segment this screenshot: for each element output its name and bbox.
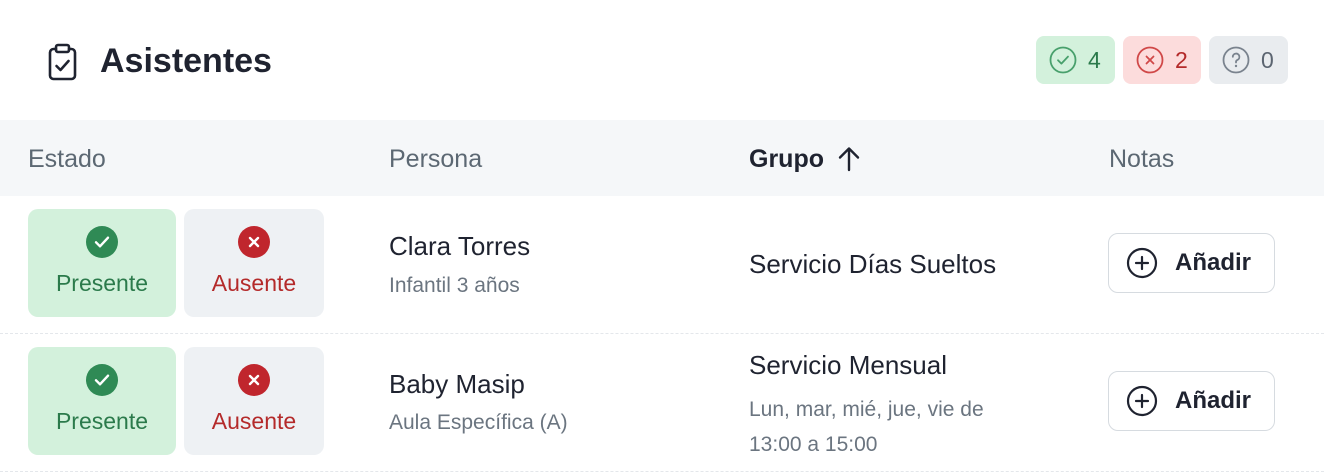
check-circle-icon [86, 226, 118, 258]
group-name: Servicio Mensual [749, 350, 947, 380]
x-circle-icon [238, 226, 270, 258]
group-schedule-days: Lun, mar, mié, jue, vie de [749, 398, 984, 421]
present-count-badge[interactable]: 4 [1036, 36, 1115, 84]
check-circle-icon [86, 364, 118, 396]
absent-count: 2 [1175, 46, 1188, 73]
add-note-label: Añadir [1175, 387, 1252, 414]
table-row: Presente Ausente Baby Masip Aula Específ… [0, 334, 1324, 472]
group-name: Servicio Días Sueltos [749, 249, 997, 279]
group-schedule: Lun, mar, mié, jue, vie de 13:00 a 15:00 [749, 392, 984, 462]
plus-circle-icon [1126, 385, 1158, 417]
add-note-button[interactable]: Añadir [1108, 233, 1275, 293]
person-name[interactable]: Clara Torres [389, 230, 530, 262]
person-name[interactable]: Baby Masip [389, 368, 525, 400]
column-header-estado[interactable]: Estado [28, 144, 106, 174]
clipboard-check-icon [44, 40, 84, 82]
plus-circle-icon [1126, 247, 1158, 279]
x-circle-icon [1136, 46, 1164, 74]
absent-button-label: Ausente [211, 270, 297, 296]
check-circle-icon [1049, 46, 1077, 74]
absent-button[interactable]: Ausente [184, 209, 324, 317]
present-count: 4 [1088, 46, 1101, 73]
unknown-count-badge[interactable]: 0 [1209, 36, 1288, 84]
arrow-up-icon [838, 147, 860, 172]
page-title: Asistentes [100, 42, 272, 80]
x-circle-icon [238, 364, 270, 396]
absent-button[interactable]: Ausente [184, 347, 324, 455]
column-header-persona[interactable]: Persona [389, 144, 482, 174]
attendance-header: Asistentes 4 2 0 [0, 0, 1324, 120]
person-class: Aula Específica (A) [389, 411, 568, 434]
unknown-count: 0 [1261, 46, 1274, 73]
column-header-grupo-label: Grupo [749, 145, 824, 173]
group-schedule-time: 13:00 a 15:00 [749, 433, 878, 456]
table-row: Presente Ausente Clara Torres Infantil 3… [0, 196, 1324, 334]
absent-button-label: Ausente [211, 408, 297, 434]
present-button-label: Presente [55, 270, 149, 296]
person-class: Infantil 3 años [389, 274, 520, 297]
present-button[interactable]: Presente [28, 347, 176, 455]
table-header: Estado Persona Grupo Notas [0, 120, 1324, 196]
absent-count-badge[interactable]: 2 [1123, 36, 1201, 84]
add-note-button[interactable]: Añadir [1108, 371, 1275, 431]
column-header-grupo[interactable]: Grupo [749, 144, 862, 174]
column-header-notas[interactable]: Notas [1109, 144, 1174, 174]
present-button-label: Presente [55, 408, 149, 434]
present-button[interactable]: Presente [28, 209, 176, 317]
add-note-label: Añadir [1175, 249, 1252, 276]
question-circle-icon [1222, 46, 1250, 74]
